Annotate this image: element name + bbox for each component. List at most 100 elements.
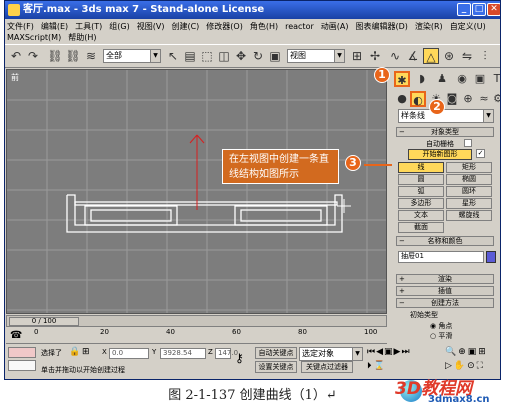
command-panel-tabs: ✱ ◗ ♟ ◉ ▣ T: [392, 70, 500, 88]
absolute-mode-icon[interactable]: ⊞: [82, 347, 90, 357]
start-new-shape-checkbox[interactable]: ✓: [476, 149, 485, 158]
snaps-toggle-icon[interactable]: ∿: [387, 48, 403, 64]
z-coordinate-field[interactable]: 147.0: [215, 348, 238, 359]
align-icon[interactable]: ⫶: [477, 48, 493, 64]
menu-item[interactable]: 工具(T): [75, 22, 102, 31]
menu-item[interactable]: 编辑(E): [41, 22, 68, 31]
select-manipulate-icon[interactable]: ✢: [367, 48, 383, 64]
shape-button[interactable]: 弧: [398, 186, 444, 197]
shape-button[interactable]: 文本: [398, 210, 444, 221]
viewport-nav-icons[interactable]: 🔍⊕▣⊞: [445, 347, 488, 357]
shape-button[interactable]: 螺旋线: [446, 210, 492, 221]
callout-1: 1: [374, 67, 390, 83]
mini-curve-editor-icon[interactable]: ☎: [10, 330, 22, 341]
shape-button[interactable]: 圆: [398, 174, 444, 185]
time-slider-thumb[interactable]: 0 / 100: [9, 317, 79, 326]
shape-button[interactable]: 截面: [398, 222, 444, 233]
undo-icon[interactable]: ↶: [8, 48, 24, 64]
menu-item[interactable]: 自定义(U): [450, 22, 486, 31]
menu-item[interactable]: 图表编辑器(D): [355, 22, 407, 31]
object-color-swatch[interactable]: [486, 251, 496, 263]
menu-item[interactable]: 组(G): [109, 22, 129, 31]
selected-object-dropdown[interactable]: 选定对象 ▼: [299, 347, 363, 361]
maxscript-listener-mini[interactable]: [8, 347, 36, 358]
redo-icon[interactable]: ↷: [25, 48, 41, 64]
menu-row-2: MAXScript(M) 帮助(H): [7, 32, 103, 43]
front-viewport[interactable]: 前: [6, 69, 387, 314]
pivot-center-icon[interactable]: ⊞: [349, 48, 365, 64]
auto-key-button[interactable]: 自动关键点: [255, 347, 297, 359]
geometry-category-icon[interactable]: ●: [394, 91, 410, 107]
creation-method-rollout[interactable]: − 创建方法: [396, 298, 494, 308]
time-slider[interactable]: 0 / 100: [6, 315, 387, 327]
interpolation-rollout[interactable]: + 插值: [396, 286, 494, 296]
menu-item[interactable]: 修改器(O): [206, 22, 243, 31]
smooth-radio[interactable]: ○ 平滑: [430, 331, 452, 341]
menu-item[interactable]: 角色(H): [250, 22, 278, 31]
start-new-shape-button[interactable]: 开始新图形: [408, 149, 472, 160]
reference-coordinate-dropdown[interactable]: 视图 ▼: [287, 49, 345, 63]
set-key-button[interactable]: 设置关键点: [255, 361, 297, 373]
mirror-icon[interactable]: ⇋: [459, 48, 475, 64]
name-color-rollout[interactable]: − 名称和颜色: [396, 236, 494, 246]
time-config-icon[interactable]: ⏵⌛: [367, 361, 387, 371]
key-filters-button[interactable]: 关键点过滤器: [301, 361, 353, 373]
select-by-name-icon[interactable]: ▤: [182, 48, 198, 64]
modify-tab-icon[interactable]: ◗: [414, 71, 430, 87]
menu-item[interactable]: 帮助(H): [68, 33, 96, 42]
select-move-icon[interactable]: ✥: [233, 48, 249, 64]
auto-grid-checkbox[interactable]: [464, 139, 472, 147]
object-type-rollout[interactable]: − 对象类型: [396, 127, 494, 137]
rendering-rollout[interactable]: + 渲染: [396, 274, 494, 284]
rectangular-selection-icon[interactable]: ⬚: [199, 48, 215, 64]
minimize-button[interactable]: _: [457, 3, 471, 16]
lock-icon[interactable]: 🔒: [69, 347, 80, 357]
systems-category-icon[interactable]: ⚙: [490, 91, 500, 107]
shape-button[interactable]: 线: [398, 162, 444, 173]
motion-tab-icon[interactable]: ◉: [454, 71, 470, 87]
select-scale-icon[interactable]: ▣: [267, 48, 283, 64]
select-rotate-icon[interactable]: ↻: [250, 48, 266, 64]
key-icon[interactable]: ⚷: [235, 351, 244, 365]
playback-controls[interactable]: ⏮◀▣▶⏭: [367, 347, 411, 357]
close-button[interactable]: ✕: [487, 3, 500, 16]
link-icon[interactable]: ⛓: [47, 48, 63, 64]
bind-space-warp-icon[interactable]: ≋: [83, 48, 99, 64]
menu-item[interactable]: 创建(C): [171, 22, 199, 31]
object-name-input[interactable]: 抽屉01: [398, 251, 484, 263]
x-coordinate-field[interactable]: 0.0: [109, 348, 149, 359]
window-crossing-icon[interactable]: ◫: [216, 48, 232, 64]
shape-button[interactable]: 星形: [446, 198, 492, 209]
percent-snap-icon[interactable]: △: [423, 48, 439, 64]
shape-category-dropdown[interactable]: 样条线 ▼: [398, 109, 494, 123]
shape-button[interactable]: 椭圆: [446, 174, 492, 185]
menu-item[interactable]: 动画(A): [321, 22, 349, 31]
menu-item[interactable]: reactor: [285, 22, 314, 31]
track-bar[interactable]: ☎ 0 20 40 60 80 100: [6, 328, 387, 344]
display-tab-icon[interactable]: ▣: [472, 71, 488, 87]
track-tick-label: 40: [166, 328, 175, 336]
create-tab-icon[interactable]: ✱: [394, 71, 410, 87]
corner-radio[interactable]: ◉ 角点: [430, 321, 452, 331]
menu-item[interactable]: 文件(F): [7, 22, 34, 31]
shape-button[interactable]: 多边形: [398, 198, 444, 209]
helpers-category-icon[interactable]: ⊕: [460, 91, 476, 107]
menu-item[interactable]: 视图(V): [137, 22, 165, 31]
shape-button[interactable]: 矩形: [446, 162, 492, 173]
shapes-category-icon[interactable]: ◐: [410, 91, 426, 107]
maximize-button[interactable]: □: [472, 3, 486, 16]
select-object-icon[interactable]: ↖: [165, 48, 181, 64]
y-coordinate-field[interactable]: 3928.54: [160, 348, 206, 359]
cameras-category-icon[interactable]: ◙: [444, 91, 460, 107]
hierarchy-tab-icon[interactable]: ♟: [434, 71, 450, 87]
utilities-tab-icon[interactable]: T: [489, 71, 500, 87]
spinner-snap-icon[interactable]: ⊛: [441, 48, 457, 64]
axis-gizmo: [189, 134, 205, 210]
angle-snap-icon[interactable]: ∡: [405, 48, 421, 64]
menu-item[interactable]: 渲染(R): [415, 22, 443, 31]
unlink-icon[interactable]: ⛓: [65, 48, 81, 64]
viewport-nav-icons-2[interactable]: ▷✋⊙⛶: [445, 361, 485, 371]
shape-button[interactable]: 圆环: [446, 186, 492, 197]
menu-item[interactable]: MAXScript(M): [7, 33, 61, 42]
selection-filter-dropdown[interactable]: 全部 ▼: [103, 49, 161, 63]
